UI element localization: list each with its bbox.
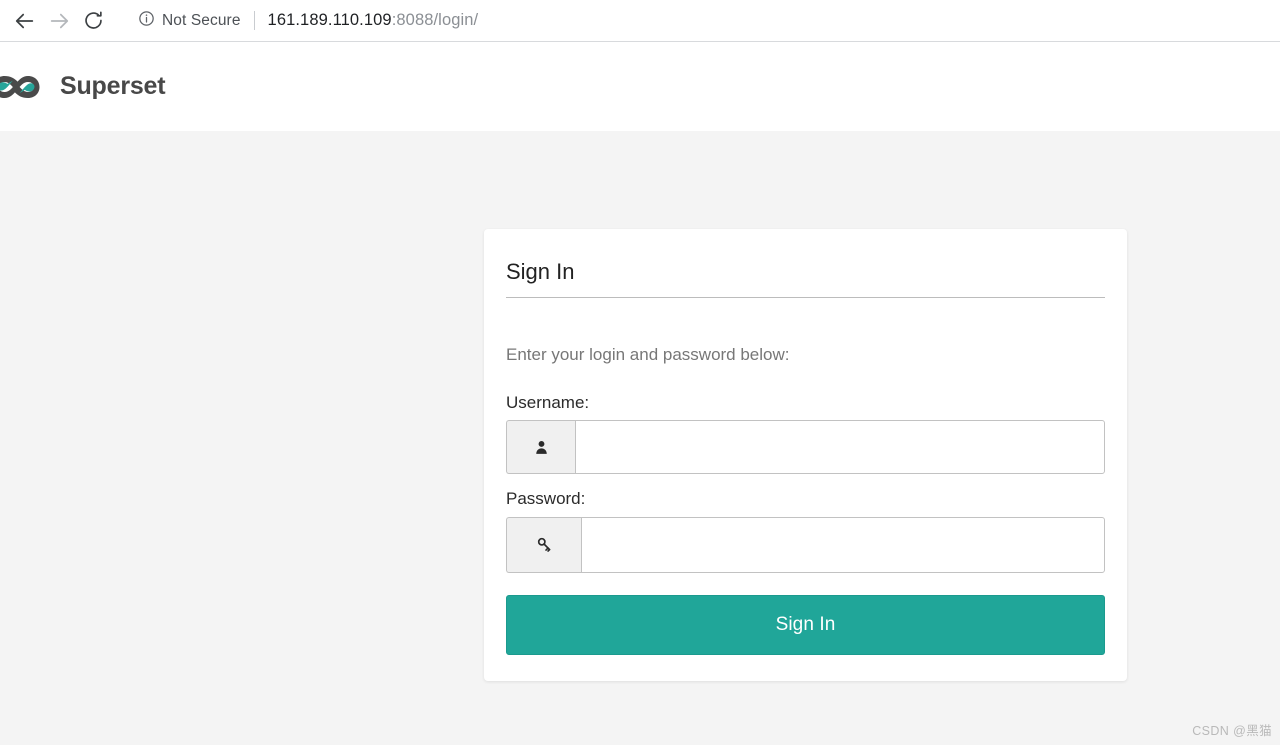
site-security-indicator[interactable]: Not Secure [138, 10, 241, 32]
omnibox-divider [253, 11, 255, 30]
forward-arrow-icon [48, 10, 70, 32]
sign-in-button[interactable]: Sign In [506, 594, 1105, 655]
login-panel-heading: Sign In [506, 251, 1105, 299]
reload-button[interactable] [76, 4, 110, 38]
username-label: Username: [506, 392, 590, 412]
back-button[interactable] [8, 4, 42, 38]
app-navbar: Superset [0, 42, 1280, 131]
back-arrow-icon [14, 10, 36, 32]
username-input-group [506, 420, 1105, 475]
url-host: 161.189.110.109 [267, 11, 392, 29]
page-title: Sign In [506, 259, 575, 284]
address-bar[interactable]: Not Secure 161.189.110.109:8088/login/ [124, 7, 1272, 35]
watermark: CSDN @黑猫 [1192, 724, 1272, 738]
user-icon [506, 420, 575, 475]
brand-title: Superset [60, 72, 166, 100]
forward-button[interactable] [42, 4, 76, 38]
password-label: Password: [506, 489, 586, 509]
security-label: Not Secure [162, 11, 241, 29]
url-path: :8088/login/ [391, 11, 479, 29]
reload-icon [83, 10, 104, 31]
brand-link[interactable]: Superset [0, 70, 166, 104]
password-input-group [506, 516, 1105, 573]
superset-infinity-logo-icon [0, 70, 48, 104]
browser-toolbar: Not Secure 161.189.110.109:8088/login/ [0, 0, 1280, 42]
url-display[interactable]: 161.189.110.109:8088/login/ [268, 11, 479, 30]
login-page-body: Sign In Enter your login and password be… [0, 131, 1280, 745]
login-card: Sign In Enter your login and password be… [484, 229, 1127, 681]
login-panel-body: Enter your login and password below: Use… [506, 298, 1105, 655]
info-circle-icon [138, 10, 155, 32]
login-instructions: Enter your login and password below: [506, 345, 790, 365]
username-input[interactable] [575, 420, 1105, 475]
password-input[interactable] [581, 516, 1105, 573]
key-icon [506, 516, 581, 573]
